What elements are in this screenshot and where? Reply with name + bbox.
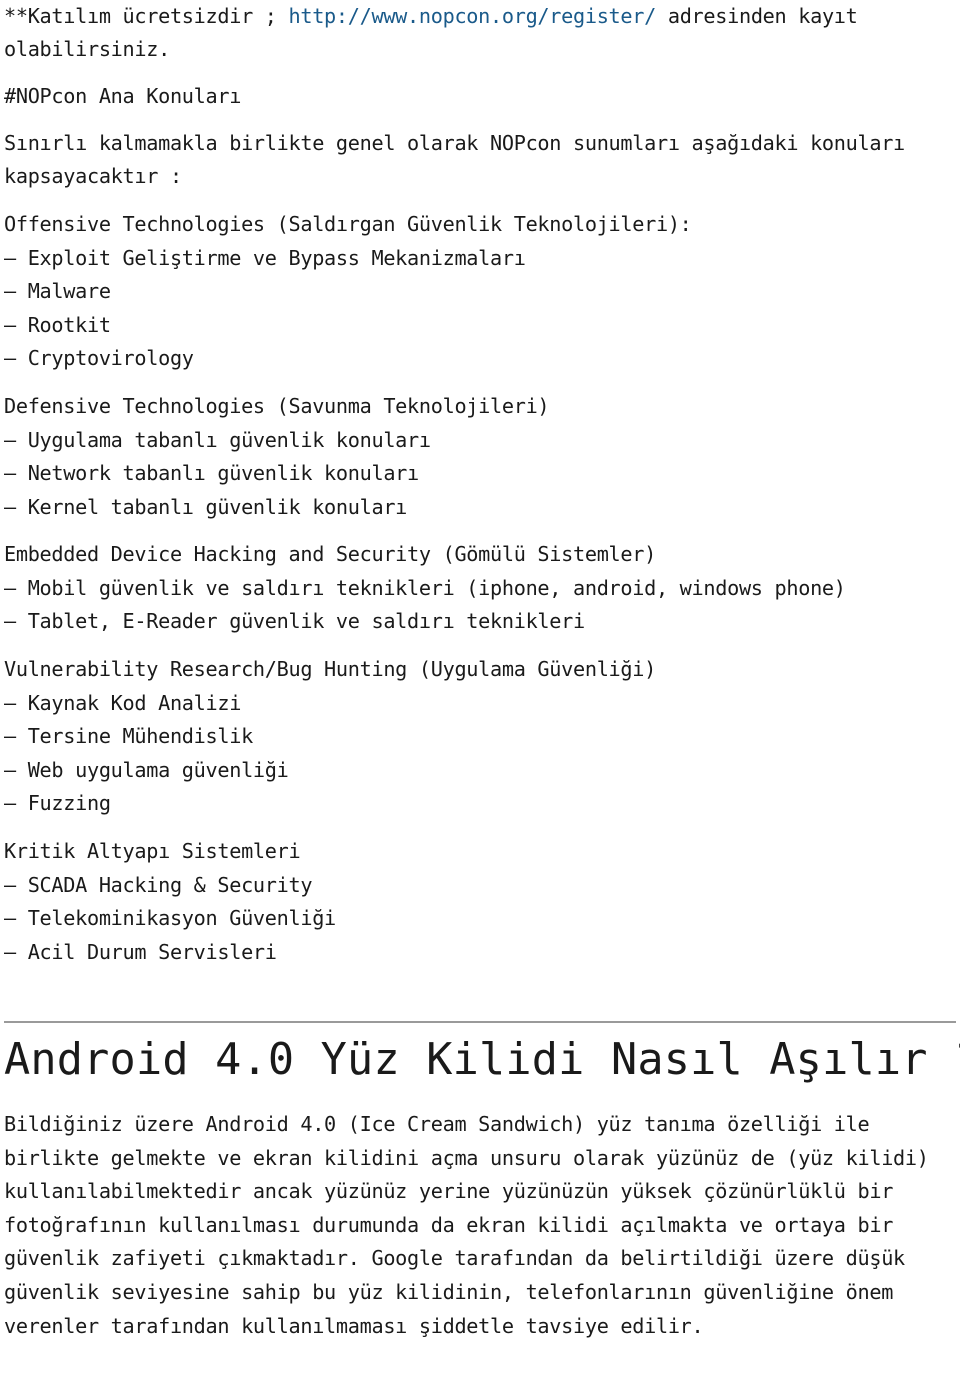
registration-note: **Katılım ücretsizdir ; http://www.nopco… [4,0,954,66]
list-item: – Tablet, E-Reader güvenlik ve saldırı t… [4,609,585,634]
section-defensive: Defensive Technologies (Savunma Teknoloj… [4,390,954,524]
list-item: – Uygulama tabanlı güvenlik konuları [4,427,431,452]
list-item: – Fuzzing [4,791,111,816]
list-item: – Mobil güvenlik ve saldırı teknikleri (… [4,575,846,600]
section-embedded: Embedded Device Hacking and Security (Gö… [4,538,954,639]
section-heading: Embedded Device Hacking and Security (Gö… [4,542,656,566]
topics-heading-block: #NOPcon Ana Konuları [4,80,954,114]
section-heading: Defensive Technologies (Savunma Teknoloj… [4,394,550,418]
article-title: Android 4.0 Yüz Kilidi Nasıl Aşılır ? [4,1035,960,1085]
list-item: – Exploit Geliştirme ve Bypass Mekanizma… [4,245,526,270]
section-vulnerability-research: Vulnerability Research/Bug Hunting (Uygu… [4,653,954,821]
list-item: – Kaynak Kod Analizi [4,690,242,715]
register-link[interactable]: http://www.nopcon.org/register/ [289,4,657,28]
section-heading: Kritik Altyapı Sistemleri [4,839,301,863]
list-item: – Malware [4,279,111,304]
section-critical-infrastructure: Kritik Altyapı Sistemleri – SCADA Hackin… [4,835,954,969]
topics-intro: Sınırlı kalmamakla birlikte genel olarak… [4,131,905,188]
list-item: – Rootkit [4,312,111,337]
list-item: – Tersine Mühendislik [4,724,253,749]
list-item: – Cryptovirology [4,346,194,371]
list-item: – Network tabanlı güvenlik konuları [4,461,419,486]
list-item: – Acil Durum Servisleri [4,939,277,964]
topics-intro-block: Sınırlı kalmamakla birlikte genel olarak… [4,127,954,193]
horizontal-divider [4,1021,956,1023]
section-offensive: Offensive Technologies (Saldırgan Güvenl… [4,208,954,376]
list-item: – SCADA Hacking & Security [4,872,313,897]
article-body: Bildiğiniz üzere Android 4.0 (Ice Cream … [4,1112,929,1338]
list-item: – Kernel tabanlı güvenlik konuları [4,494,408,519]
section-heading: Vulnerability Research/Bug Hunting (Uygu… [4,657,656,681]
registration-prefix: **Katılım ücretsizdir ; [4,4,289,28]
list-item: – Web uygulama güvenliği [4,757,289,782]
topics-heading: #NOPcon Ana Konuları [4,84,242,108]
list-item: – Telekominikasyon Güvenliği [4,906,336,931]
section-heading: Offensive Technologies (Saldırgan Güvenl… [4,212,692,236]
